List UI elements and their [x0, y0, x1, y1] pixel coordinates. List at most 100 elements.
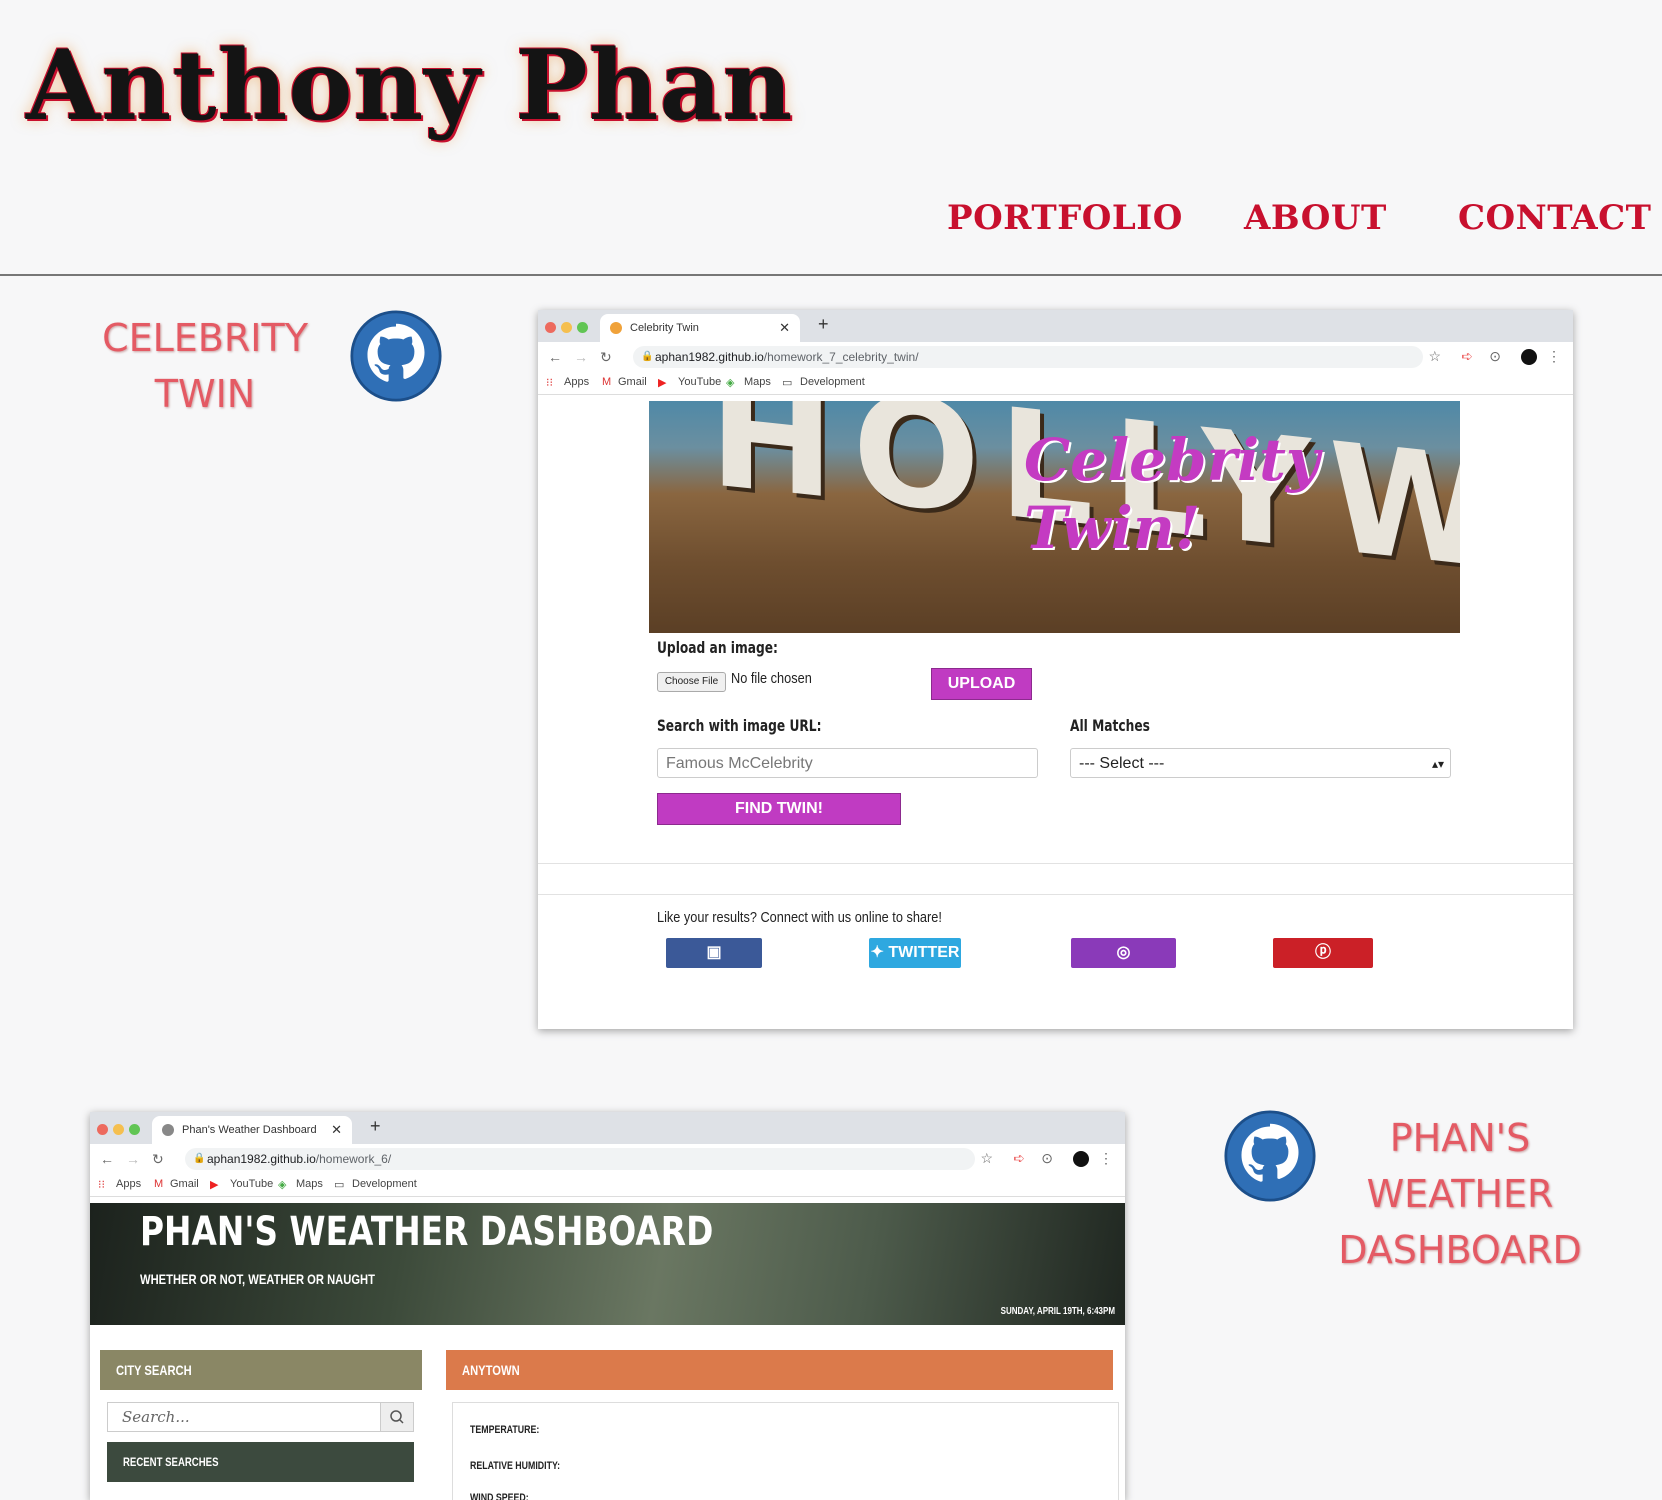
- reload-icon: ↻: [152, 1151, 164, 1167]
- bookmark-item: Apps: [564, 376, 590, 388]
- instagram-label: INSTAGRAM: [1075, 974, 1172, 991]
- star-icon: ☆: [1428, 348, 1441, 364]
- menu-dots-icon: ⋮: [1099, 1150, 1113, 1166]
- celebrity-twin-screenshot[interactable]: Celebrity Twin ✕ + ← → ↻ 🔒 aphan1982.git…: [538, 310, 1573, 1029]
- browser-tab: Phan's Weather Dashboard ✕: [152, 1116, 352, 1144]
- main-nav: PORTFOLIO ABOUT CONTACT: [0, 198, 1662, 248]
- lock-icon: 🔒: [193, 1153, 206, 1164]
- browser-urlbar: ← → ↻ 🔒 aphan1982.github.io/homework_7_c…: [538, 342, 1573, 372]
- lock-icon: 🔒: [641, 351, 654, 362]
- image-url-input[interactable]: Famous McCelebrity: [657, 748, 1038, 778]
- browser-tabbar: Phan's Weather Dashboard ✕ +: [90, 1112, 1125, 1144]
- pinterest-icon: ⓟ: [1314, 944, 1331, 961]
- youtube-icon: ▶: [210, 1179, 219, 1191]
- folder-icon: ▭: [782, 377, 793, 389]
- back-arrow-icon: ←: [100, 1151, 114, 1167]
- select-arrows-icon: ▴▾: [1431, 757, 1444, 771]
- github-icon[interactable]: [1224, 1110, 1316, 1202]
- extension-icon: ➪: [1461, 348, 1473, 364]
- github-icon[interactable]: [350, 310, 442, 402]
- browser-tab: Celebrity Twin ✕: [600, 314, 800, 342]
- recent-searches-label: RECENT SEARCHES: [123, 1455, 219, 1469]
- tab-title: Phan's Weather Dashboard: [182, 1124, 317, 1136]
- bookmark-item: Apps: [116, 1178, 142, 1190]
- twitter-button[interactable]: ✦ TWITTER: [869, 938, 961, 968]
- search-button[interactable]: [380, 1402, 414, 1432]
- bookmark-item: YouTube: [230, 1178, 274, 1190]
- matches-select[interactable]: --- Select --- ▴▾: [1070, 748, 1451, 778]
- apps-grid-icon: ⁝⁝: [98, 1179, 105, 1191]
- url-path: /homework_6/: [315, 1152, 392, 1166]
- maps-icon: ◈: [726, 377, 735, 389]
- city-name: ANYTOWN: [462, 1362, 520, 1378]
- temperature-label: TEMPERATURE:: [470, 1424, 540, 1436]
- browser-urlbar: ← → ↻ 🔒 aphan1982.github.io/homework_6/ …: [90, 1144, 1125, 1174]
- weather-subheading: WHETHER OR NOT, WEATHER OR NAUGHT: [140, 1271, 375, 1287]
- city-header: ANYTOWN: [446, 1350, 1113, 1390]
- pinterest-label: PINTEREST: [1278, 974, 1368, 991]
- gmail-icon: M: [602, 376, 612, 388]
- current-weather-card: [452, 1402, 1119, 1500]
- nav-portfolio[interactable]: PORTFOLIO: [947, 198, 1183, 238]
- extension-icon: ⊙: [1489, 348, 1501, 364]
- url-path: /homework_7_celebrity_twin/: [763, 350, 919, 364]
- bookmarks-bar: ⁝⁝ Apps M Gmail ▶ YouTube ◈ Maps ▭ Devel…: [538, 372, 1573, 395]
- extension-icon: ➪: [1013, 1150, 1025, 1166]
- recent-searches-header: RECENT SEARCHES: [107, 1442, 414, 1482]
- twitter-label: TWITTER: [888, 944, 960, 961]
- weather-dashboard-screenshot[interactable]: Phan's Weather Dashboard ✕ + ← → ↻ 🔒 aph…: [90, 1112, 1125, 1500]
- nav-about[interactable]: ABOUT: [1244, 198, 1387, 238]
- maps-icon: ◈: [278, 1179, 287, 1191]
- star-icon: ☆: [980, 1150, 993, 1166]
- project-title-celebrity-twin[interactable]: CELEBRITY TWIN: [90, 310, 320, 422]
- project-title-line: CELEBRITY: [102, 316, 308, 360]
- youtube-icon: ▶: [658, 377, 667, 389]
- reload-icon: ↻: [600, 349, 612, 365]
- url-host: aphan1982.github.io: [655, 350, 764, 364]
- city-search-header: CITY SEARCH: [100, 1350, 422, 1390]
- folder-icon: ▭: [334, 1179, 345, 1191]
- tab-title: Celebrity Twin: [630, 322, 699, 334]
- apps-grid-icon: ⁝⁝: [546, 377, 553, 389]
- address-bar: 🔒 aphan1982.github.io/homework_6/: [185, 1148, 975, 1170]
- instagram-button[interactable]: ◎ INSTAGRAM: [1071, 938, 1176, 991]
- back-arrow-icon: ←: [548, 349, 562, 365]
- wind-speed-label: WIND SPEED:: [470, 1492, 529, 1500]
- share-text: Like your results? Connect with us onlin…: [657, 909, 942, 926]
- extension-icon: ⊙: [1041, 1150, 1053, 1166]
- close-icon: ✕: [331, 1122, 342, 1137]
- header-divider: [0, 274, 1662, 276]
- choose-file-button[interactable]: Choose File: [657, 672, 726, 692]
- url-search-label: Search with image URL:: [657, 716, 822, 735]
- facebook-button[interactable]: ▣ FACEBOOK: [666, 938, 762, 991]
- find-twin-button[interactable]: FIND TWIN!: [657, 793, 901, 825]
- plus-icon: +: [818, 314, 829, 334]
- bookmark-item: YouTube: [678, 376, 722, 388]
- nav-contact[interactable]: CONTACT: [1458, 198, 1651, 238]
- address-bar: 🔒 aphan1982.github.io/homework_7_celebri…: [633, 346, 1423, 368]
- matches-label: All Matches: [1070, 716, 1150, 735]
- humidity-label: RELATIVE HUMIDITY:: [470, 1460, 561, 1472]
- bookmark-item: Maps: [296, 1178, 323, 1190]
- hollywood-hero-image: HOLLYWOOD Celebrity Twin!: [649, 401, 1460, 633]
- site-title: Anthony Phan: [26, 29, 794, 142]
- browser-tabbar: Celebrity Twin ✕ +: [538, 310, 1573, 342]
- weather-date: SUNDAY, APRIL 19TH, 6:43PM: [1000, 1306, 1115, 1317]
- city-search-input[interactable]: Search...: [107, 1402, 414, 1432]
- facebook-icon: ▣: [706, 944, 722, 961]
- bookmark-item: Development: [352, 1178, 417, 1190]
- pinterest-button[interactable]: ⓟ PINTEREST: [1273, 938, 1373, 991]
- upload-label: Upload an image:: [657, 638, 778, 657]
- close-icon: ✕: [779, 320, 790, 335]
- url-host: aphan1982.github.io: [207, 1152, 316, 1166]
- plus-icon: +: [370, 1116, 381, 1136]
- weather-hero-banner: PHAN'S WEATHER DASHBOARD WHETHER OR NOT,…: [90, 1203, 1125, 1325]
- project-title-weather-dashboard[interactable]: PHAN'S WEATHER DASHBOARD: [1330, 1110, 1590, 1278]
- twitter-icon: ✦: [870, 944, 889, 961]
- window-controls: [97, 1122, 145, 1140]
- avatar: [1073, 1151, 1089, 1167]
- forward-arrow-icon: →: [126, 1151, 140, 1167]
- upload-button[interactable]: UPLOAD: [931, 668, 1032, 700]
- bookmark-item: Gmail: [618, 376, 647, 388]
- avatar: [1521, 349, 1537, 365]
